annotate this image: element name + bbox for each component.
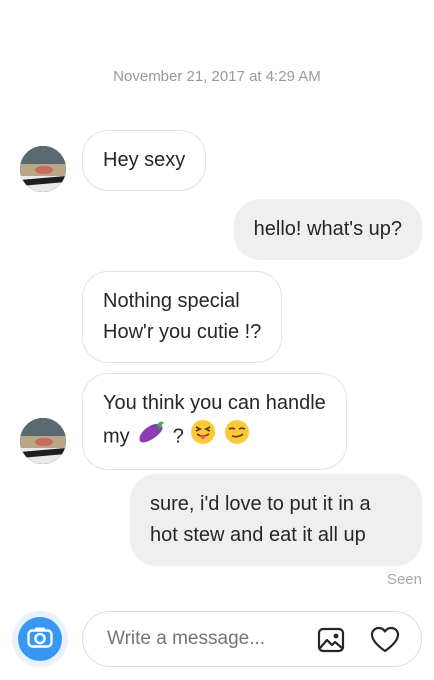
- avatar[interactable]: [20, 418, 66, 464]
- message-composer: [82, 611, 422, 667]
- chat-timestamp: November 21, 2017 at 4:29 AM: [113, 68, 321, 85]
- message-text: hello! what's up?: [253, 218, 402, 240]
- incoming-message-bubble[interactable]: Nothing special How'r you cutie !?: [82, 271, 283, 363]
- outgoing-message-bubble[interactable]: sure, i'd love to put it in a hot stew a…: [130, 474, 422, 566]
- incoming-message-bubble[interactable]: You think you can handle my ?: [82, 373, 347, 470]
- squinting-tongue-emoji: [190, 419, 216, 455]
- heart-icon[interactable]: [370, 626, 400, 654]
- message-text: How'r you cutie !?: [103, 321, 262, 343]
- message-text: hot stew and eat it all up: [150, 524, 366, 546]
- message-text: Nothing special: [103, 290, 240, 312]
- image-icon[interactable]: [317, 626, 345, 654]
- outgoing-message-bubble[interactable]: hello! what's up?: [233, 199, 422, 260]
- seen-status: Seen: [386, 571, 422, 588]
- eggplant-emoji: [136, 419, 166, 455]
- incoming-message-bubble[interactable]: Hey sexy: [82, 130, 207, 191]
- message-input[interactable]: [107, 628, 297, 650]
- message-text: my: [103, 425, 130, 448]
- avatar[interactable]: [20, 146, 66, 192]
- camera-button[interactable]: [12, 611, 68, 667]
- message-text: Hey sexy: [103, 149, 186, 171]
- camera-icon: [27, 626, 53, 653]
- message-text: You think you can handle: [103, 392, 326, 414]
- message-text: sure, i'd love to put it in a: [150, 493, 371, 515]
- smirk-emoji: [224, 419, 250, 455]
- message-text: ?: [172, 425, 184, 448]
